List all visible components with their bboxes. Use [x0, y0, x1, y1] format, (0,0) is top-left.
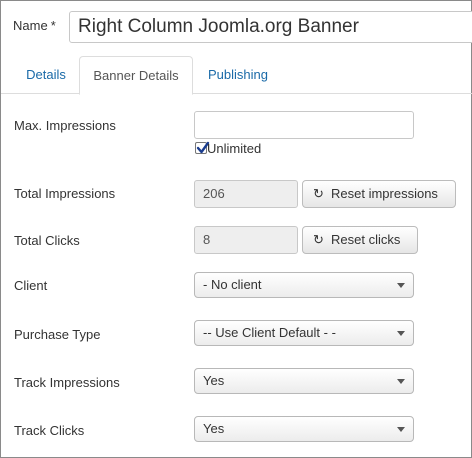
tab-publishing[interactable]: Publishing: [195, 56, 281, 94]
total-clicks-label: Total Clicks: [14, 233, 80, 248]
max-impressions-row: Max. Impressions Unlimited: [14, 111, 464, 161]
track-clicks-select-value: Yes: [203, 421, 225, 436]
banner-edit-panel: Name * Right Column Joomla.org Banner Det…: [0, 0, 472, 458]
refresh-icon: ↻: [313, 186, 324, 201]
client-select-value: - No client: [203, 277, 262, 292]
reset-clicks-button[interactable]: ↻ Reset clicks: [302, 226, 418, 254]
name-input[interactable]: Right Column Joomla.org Banner: [69, 11, 472, 43]
track-impressions-select-value: Yes: [203, 373, 225, 388]
track-impressions-row: Track Impressions Yes: [14, 368, 464, 394]
chevron-down-icon: [397, 379, 405, 384]
track-clicks-row: Track Clicks Yes: [14, 416, 464, 442]
client-row: Client - No client: [14, 272, 464, 298]
client-select[interactable]: - No client: [194, 272, 414, 298]
total-clicks-row: Total Clicks 8 ↻ Reset clicks: [14, 226, 464, 256]
chevron-down-icon: [397, 283, 405, 288]
tab-banner-details[interactable]: Banner Details: [79, 56, 193, 95]
track-clicks-label: Track Clicks: [14, 423, 85, 438]
chevron-down-icon: [397, 331, 405, 336]
tab-details[interactable]: Details: [13, 56, 79, 94]
reset-clicks-label: Reset clicks: [331, 232, 401, 247]
tab-bar: Details Banner Details Publishing: [1, 56, 472, 95]
reset-impressions-button[interactable]: ↻ Reset impressions: [302, 180, 456, 208]
total-impressions-row: Total Impressions 206 ↻ Reset impressions: [14, 180, 464, 210]
refresh-icon: ↻: [313, 232, 324, 247]
total-impressions-label: Total Impressions: [14, 186, 116, 201]
track-impressions-select[interactable]: Yes: [194, 368, 414, 394]
name-row: Name * Right Column Joomla.org Banner: [13, 11, 472, 45]
max-impressions-input[interactable]: [194, 111, 414, 139]
client-label: Client: [14, 278, 48, 293]
unlimited-checkbox[interactable]: [195, 141, 210, 154]
track-impressions-label: Track Impressions: [14, 375, 120, 390]
purchase-type-label: Purchase Type: [14, 327, 101, 342]
chevron-down-icon: [397, 427, 405, 432]
max-impressions-label: Max. Impressions: [14, 118, 116, 133]
track-clicks-select[interactable]: Yes: [194, 416, 414, 442]
required-mark: *: [50, 18, 56, 33]
total-impressions-value: 206: [194, 180, 298, 208]
name-label: Name *: [13, 18, 56, 33]
purchase-type-select[interactable]: -- Use Client Default - -: [194, 320, 414, 346]
reset-impressions-label: Reset impressions: [331, 186, 438, 201]
total-clicks-value: 8: [194, 226, 298, 254]
purchase-type-select-value: -- Use Client Default - -: [203, 325, 336, 340]
purchase-type-row: Purchase Type -- Use Client Default - -: [14, 320, 464, 346]
unlimited-label: Unlimited: [207, 141, 262, 156]
